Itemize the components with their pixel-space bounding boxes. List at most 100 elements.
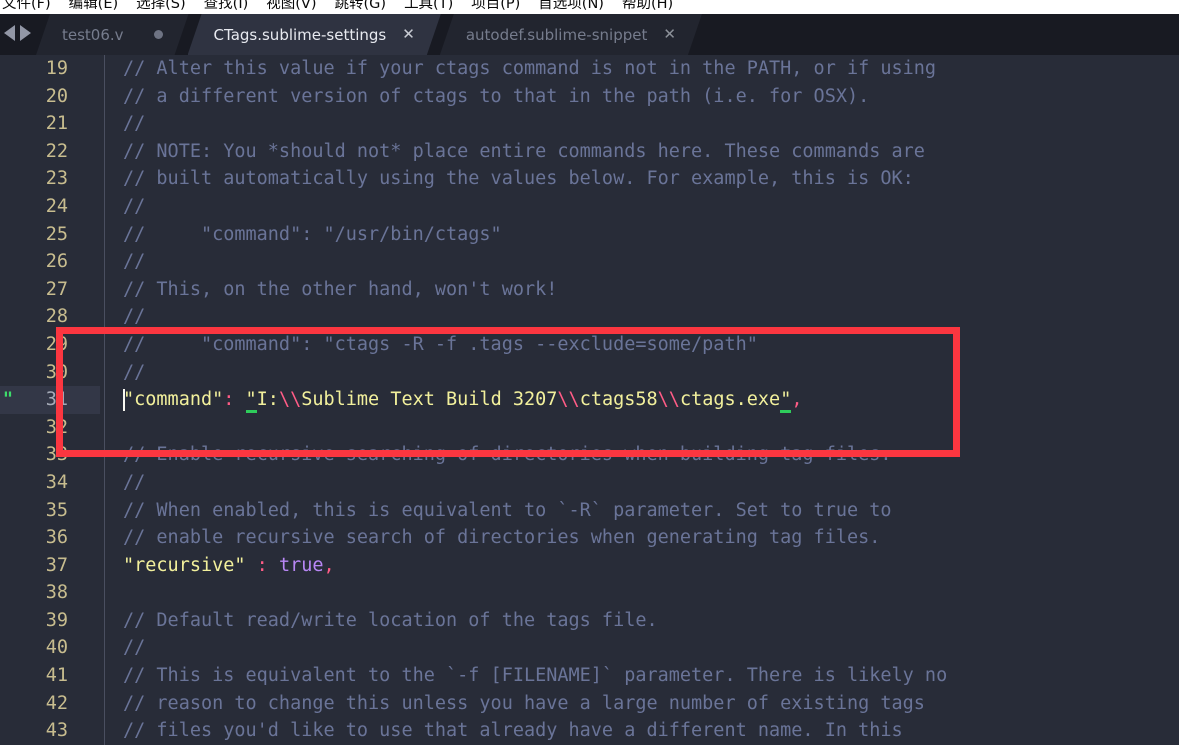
code-text: // Enable recursive searching of directo… [123, 441, 892, 469]
code-text: // "command": "ctags -R -f .tags --exclu… [123, 331, 758, 359]
code-text: // [123, 359, 145, 387]
menu-project[interactable]: 项目(P) [462, 0, 529, 14]
token-comment: // [123, 306, 146, 328]
code-line[interactable]: 29 // "command": "ctags -R -f .tags --exc… [0, 330, 1179, 359]
code-line[interactable]: 41 // This is equivalent to the `-f [FILE… [0, 662, 1179, 690]
code-text: // Default read/write location of the ta… [123, 607, 658, 635]
token-esc: \\ [278, 389, 302, 411]
menu-goto[interactable]: 跳转(G) [326, 0, 396, 14]
tab-navigation-arrows[interactable] [4, 25, 31, 41]
tab-CTags.sublime-settings[interactable]: CTags.sublime-settings ✕ [188, 14, 441, 55]
triangle-left-icon[interactable] [4, 25, 15, 41]
code-editor[interactable]: 19 // Alter this value if your ctags comm… [0, 55, 1179, 745]
code-line[interactable]: 27 // This, on the other hand, won't work… [0, 275, 1179, 304]
triangle-right-icon[interactable] [20, 25, 31, 41]
indent-guide [104, 441, 105, 469]
code-line[interactable]: 23 // built automatically using the value… [0, 165, 1179, 193]
indent-guide [104, 496, 105, 525]
line-number: 27 [45, 278, 68, 300]
token-esc: \\ [557, 389, 580, 411]
unsaved-indicator-dot [154, 30, 163, 39]
indent-guide [104, 82, 105, 111]
code-line[interactable]: 40 // [0, 634, 1179, 663]
line-number: 34 [45, 471, 68, 493]
menu-help[interactable]: 帮助(H) [613, 0, 682, 14]
code-line[interactable]: 28 // [0, 303, 1179, 331]
indent-guide [104, 248, 105, 276]
menu-find[interactable]: 查找(I) [195, 0, 258, 14]
indent-guide [104, 468, 105, 497]
code-line[interactable]: 30 // [0, 358, 1179, 387]
line-number: 28 [45, 306, 68, 328]
token-comment: // [123, 361, 146, 383]
code-text: "recursive" : true, [123, 552, 335, 580]
line-number: 30 [45, 361, 68, 383]
code-line[interactable]: 32 [0, 413, 1179, 442]
code-line[interactable]: 25 // "command": "/usr/bin/ctags" [0, 220, 1179, 249]
menu-bar: 文件(F) 编辑(E) 选择(S) 查找(I) 视图(V) 跳转(G) 工具(T) 项目(P)… [0, 0, 1179, 14]
token-key: "recursive" [123, 554, 246, 576]
indent-guide [104, 192, 105, 221]
tab-label: autodef.sublime-snippet [465, 25, 648, 44]
menu-edit[interactable]: 编辑(E) [60, 0, 127, 14]
code-line[interactable]: 39 // Default read/write location of the … [0, 606, 1179, 635]
tab-label: test06.v [62, 25, 124, 44]
line-number: 37 [45, 554, 68, 576]
code-line[interactable]: 20 // a different version of ctags to tha… [0, 82, 1179, 111]
token-str: I: [256, 389, 279, 411]
code-text: // Alter this value if your ctags comman… [123, 55, 936, 83]
line-number: 29 [45, 333, 68, 355]
code-line[interactable]: 21 // [0, 110, 1179, 138]
token-comment: // built automatically using the values … [123, 168, 914, 190]
indent-guide [104, 689, 105, 718]
code-line[interactable]: 38 [0, 579, 1179, 607]
code-line[interactable]: 22 // NOTE: You *should not* place entire… [0, 137, 1179, 166]
token-comment: // [123, 471, 146, 493]
token-comment: // NOTE: You *should not* place entire c… [123, 140, 925, 162]
menu-view[interactable]: 视图(V) [257, 0, 325, 14]
code-text: "command": "I:\\Sublime Text Build 3207\… [123, 386, 802, 414]
token-punct: : [223, 389, 235, 411]
code-line[interactable]: 34 // [0, 468, 1179, 497]
menu-tools[interactable]: 工具(T) [395, 0, 462, 14]
code-line[interactable]: 24 // [0, 192, 1179, 221]
code-text: // [123, 303, 145, 331]
code-line[interactable]: 26 // [0, 248, 1179, 276]
menu-selection[interactable]: 选择(S) [127, 0, 195, 14]
indent-guide [104, 55, 105, 83]
code-text: // a different version of ctags to that … [123, 83, 869, 111]
tab-bar: test06.v CTags.sublime-settings ✕ autodef.s… [0, 14, 1179, 55]
menu-file[interactable]: 文件(F) [0, 0, 60, 14]
indent-guide [104, 662, 105, 690]
code-line[interactable]: 42 // reason to change this unless you ha… [0, 689, 1179, 718]
token-comment: // a different version of ctags to that … [123, 85, 870, 107]
close-icon[interactable]: ✕ [402, 27, 415, 42]
code-line[interactable]: 33 // Enable recursive searching of direc… [0, 441, 1179, 469]
code-line[interactable]: " 31 "command": "I:\\Sublime Text Build 32… [0, 386, 1179, 414]
token-comment: // "command": "ctags -R -f .tags --exclu… [123, 333, 758, 355]
token-esc: \\ [657, 389, 680, 411]
token-comment: // Alter this value if your ctags comman… [123, 58, 937, 79]
line-number: 19 [45, 58, 68, 79]
menu-preferences[interactable]: 首选项(N) [529, 0, 613, 14]
token-key: "command" [123, 389, 224, 411]
line-number: 31 [45, 389, 68, 411]
code-text: // [123, 469, 145, 497]
token-comment: // Enable recursive searching of directo… [123, 444, 892, 466]
tab-test06.v[interactable]: test06.v [36, 14, 189, 55]
code-line[interactable]: 37 "recursive" : true, [0, 551, 1179, 580]
indent-guide [104, 220, 105, 249]
token-comment: // [123, 195, 146, 217]
code-line[interactable]: 35 // When enabled, this is equivalent to… [0, 496, 1179, 525]
tab-autodef.sublime-snippet[interactable]: autodef.sublime-snippet ✕ [440, 14, 702, 55]
indent-guide [104, 358, 105, 387]
code-line[interactable]: 36 // enable recursive search of director… [0, 524, 1179, 552]
token-str: " [780, 389, 792, 414]
code-line[interactable]: 19 // Alter this value if your ctags comm… [0, 55, 1179, 83]
code-text: // built automatically using the values … [123, 165, 914, 193]
close-icon[interactable]: ✕ [663, 27, 676, 42]
code-line[interactable]: 43 // files you'd like to use that alread… [0, 717, 1179, 745]
tab-list: test06.v CTags.sublime-settings ✕ autodef.s… [36, 14, 701, 55]
